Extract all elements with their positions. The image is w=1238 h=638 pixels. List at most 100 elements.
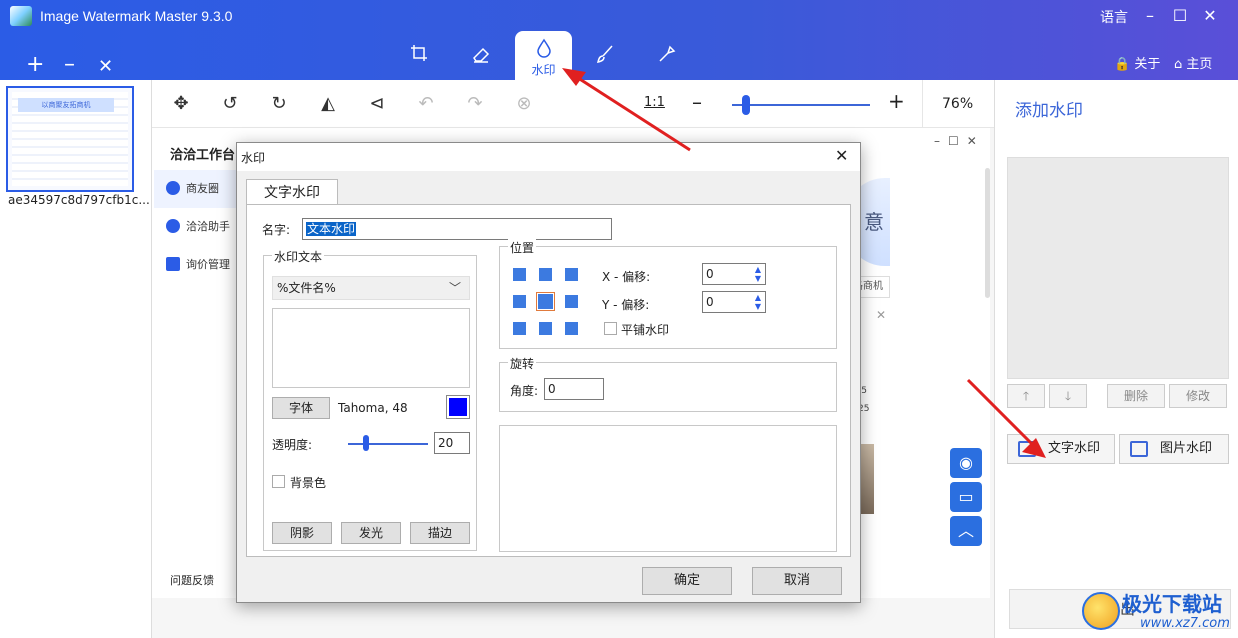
rotate-right-icon[interactable]: ↻	[267, 92, 291, 116]
position-bottom-center[interactable]	[539, 322, 552, 335]
bg-page-title: 洽洽工作台	[170, 148, 236, 163]
clear-icon[interactable]: ✕	[98, 56, 113, 78]
move-up-button[interactable]: 🡑	[1007, 384, 1045, 408]
image-add-icon	[1130, 441, 1148, 457]
bg-nav-label: 商友圈	[186, 182, 219, 195]
watermark-list[interactable]	[1007, 157, 1229, 379]
name-input-value: 文本水印	[306, 222, 357, 236]
home-label: 主页	[1186, 57, 1213, 72]
text-variable-value: %文件名%	[277, 281, 336, 295]
opacity-slider-thumb[interactable]	[363, 435, 369, 451]
add-image-watermark-button[interactable]: 图片水印	[1119, 434, 1229, 464]
brush-icon	[596, 45, 613, 64]
y-offset-input[interactable]: 0 ▲ ▼	[702, 291, 766, 313]
zoom-slider-thumb[interactable]	[741, 95, 750, 115]
dialog-body: 名字: 文本水印 水印文本 %文件名% ﹀ 字体 Tahoma, 48 透明度:…	[246, 204, 851, 557]
font-color-swatch[interactable]	[446, 395, 470, 419]
x-offset-input[interactable]: 0 ▲ ▼	[702, 263, 766, 285]
watermark-dialog: 水印 ✕ 文字水印 名字: 文本水印 水印文本 %文件名% ﹀ 字体 Tahom…	[236, 142, 861, 603]
stroke-button[interactable]: 描边	[410, 522, 470, 544]
add-icon[interactable]: +	[26, 54, 44, 76]
position-bottom-left[interactable]	[513, 322, 526, 335]
position-bottom-right[interactable]	[565, 322, 578, 335]
tab-brush[interactable]	[576, 31, 633, 78]
spinner-arrows-icon[interactable]: ▲ ▼	[752, 293, 764, 311]
cancel-icon[interactable]: ⊗	[512, 92, 536, 116]
ok-button[interactable]: 确定	[642, 567, 732, 595]
thumbnail-image: 以商聚友拓商机	[12, 92, 128, 186]
position-top-center[interactable]	[539, 268, 552, 281]
watermark-panel: 添加水印 🡑 🡓 删除 修改 文字水印 图片水印 导出	[994, 80, 1238, 638]
logo-url: www.xz7.com	[1140, 616, 1230, 631]
add-text-watermark-label: 文字水印	[1048, 441, 1101, 456]
tab-eraser[interactable]	[452, 31, 509, 78]
angle-input[interactable]: 0	[544, 378, 604, 400]
arrow-down-icon: 🡓	[1064, 389, 1072, 403]
title-bar: Image Watermark Master 9.3.0 语言 – ☐ ✕ + …	[0, 0, 1238, 80]
bg-nav-item: 商友圈	[154, 170, 238, 208]
shadow-button[interactable]: 阴影	[272, 522, 332, 544]
angle-label: 角度:	[510, 384, 539, 398]
add-text-watermark-button[interactable]: 文字水印	[1007, 434, 1115, 464]
home-link[interactable]: ⌂ 主页	[1174, 53, 1212, 72]
site-watermark-logo: 极光下载站 www.xz7.com	[1082, 586, 1236, 636]
flip-horizontal-icon[interactable]: ◭	[316, 92, 340, 116]
app-window: Image Watermark Master 9.3.0 语言 – ☐ ✕ + …	[0, 0, 1238, 638]
arrow-up-icon: 🡑	[1022, 389, 1030, 403]
maximize-icon[interactable]: ☐	[1170, 6, 1190, 26]
about-link[interactable]: 🔒 关于	[1114, 53, 1160, 72]
tile-watermark-checkbox[interactable]	[604, 322, 617, 335]
position-middle-left[interactable]	[513, 295, 526, 308]
thumbnail-item[interactable]: 以商聚友拓商机	[6, 86, 134, 192]
text-variable-select[interactable]: %文件名% ﹀	[272, 276, 470, 300]
background-color-label: 背景色	[290, 476, 327, 490]
language-menu[interactable]: 语言	[1100, 7, 1128, 27]
position-top-left[interactable]	[513, 268, 526, 281]
x-offset-label: X - 偏移:	[602, 270, 651, 284]
logo-icon	[1082, 592, 1120, 630]
y-offset-value: 0	[706, 295, 714, 309]
spinner-arrows-icon[interactable]: ▲ ▼	[752, 265, 764, 283]
cancel-button[interactable]: 取消	[752, 567, 842, 595]
minimize-icon[interactable]: –	[1140, 6, 1160, 26]
divider	[922, 80, 923, 128]
flip-vertical-icon[interactable]: ⊲	[365, 92, 389, 116]
position-top-right[interactable]	[565, 268, 578, 281]
rotate-group-label: 旋转	[508, 355, 537, 372]
actual-size-button[interactable]: 1:1	[644, 95, 665, 110]
zoom-slider-track[interactable]	[732, 104, 870, 106]
rotate-left-icon[interactable]: ↺	[218, 92, 242, 116]
tab-watermark[interactable]: 水印	[515, 31, 572, 80]
watermark-text-area[interactable]	[272, 308, 470, 388]
undo-icon[interactable]: ↶	[414, 92, 438, 116]
circle-icon	[166, 219, 180, 233]
about-label: 关于	[1134, 57, 1161, 72]
position-center[interactable]	[536, 292, 555, 311]
opacity-slider-track[interactable]	[348, 443, 428, 445]
tab-text-watermark[interactable]: 文字水印	[246, 179, 338, 205]
square-icon	[166, 257, 180, 271]
dialog-close-icon[interactable]: ✕	[835, 146, 848, 165]
move-icon[interactable]: ✥	[169, 92, 193, 116]
bg-nav-label: 洽洽助手	[186, 220, 230, 233]
thumbnail-panel: 以商聚友拓商机 ae34597c8d797cfb1c...	[0, 80, 152, 638]
name-input[interactable]: 文本水印	[302, 218, 612, 240]
minus-icon[interactable]: –	[64, 54, 75, 76]
glow-button[interactable]: 发光	[341, 522, 401, 544]
close-icon[interactable]: ✕	[1200, 6, 1220, 26]
zoom-in-icon[interactable]: +	[888, 89, 905, 113]
modify-button[interactable]: 修改	[1169, 384, 1227, 408]
font-button[interactable]: 字体	[272, 397, 330, 419]
move-down-button[interactable]: 🡓	[1049, 384, 1087, 408]
opacity-input[interactable]: 20	[434, 432, 470, 454]
thumbnail-banner: 以商聚友拓商机	[18, 98, 114, 112]
position-middle-right[interactable]	[565, 295, 578, 308]
home-icon: ⌂	[1174, 57, 1183, 72]
delete-button[interactable]: 删除	[1107, 384, 1165, 408]
tab-crop[interactable]	[390, 31, 447, 78]
wand-icon	[658, 45, 675, 62]
redo-icon[interactable]: ↷	[463, 92, 487, 116]
tab-tools[interactable]	[638, 31, 695, 78]
zoom-out-icon[interactable]: –	[692, 90, 702, 114]
background-color-checkbox[interactable]	[272, 475, 285, 488]
